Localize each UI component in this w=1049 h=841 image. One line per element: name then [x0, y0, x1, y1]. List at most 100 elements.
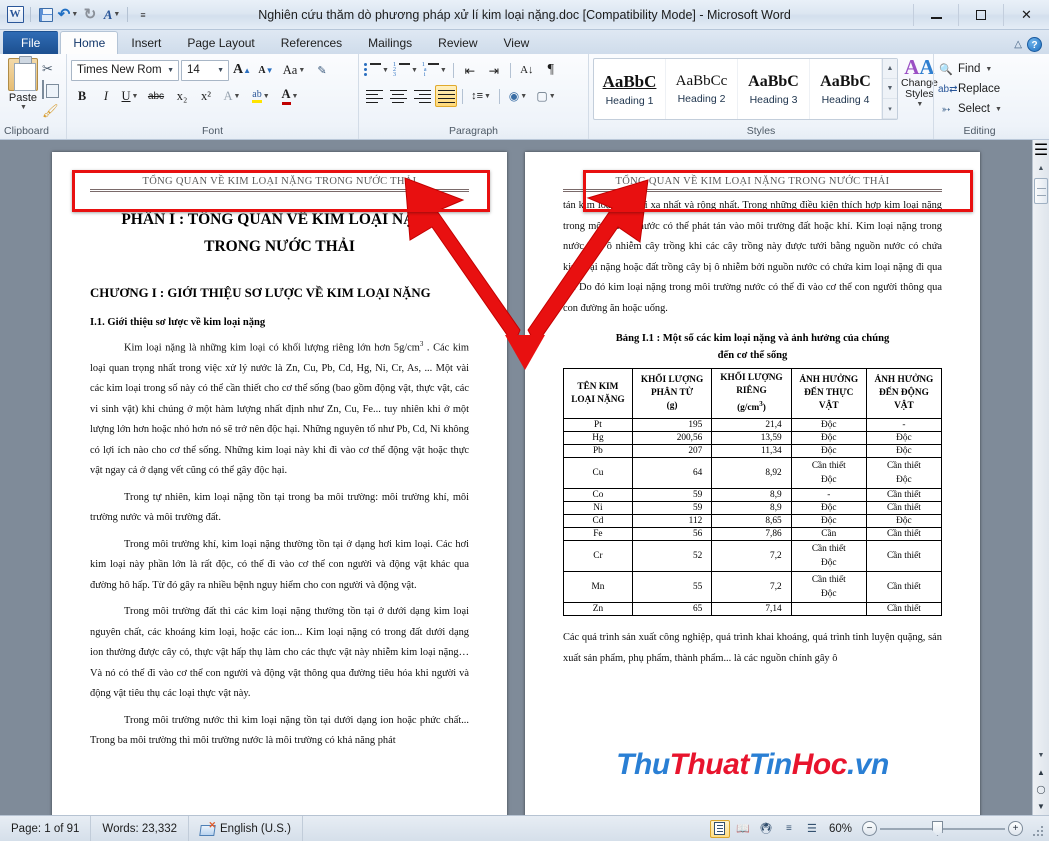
text-effects-button[interactable]: A ▼ — [219, 85, 245, 107]
zoom-out-button[interactable]: − — [862, 821, 877, 836]
save-button[interactable] — [36, 5, 56, 25]
select-browse-object-button[interactable]: ◯ — [1033, 781, 1049, 798]
word-count[interactable]: Words: 23,332 — [91, 816, 190, 841]
tab-review[interactable]: Review — [425, 31, 490, 54]
tab-view[interactable]: View — [491, 31, 543, 54]
full-screen-reading-view-button[interactable]: 📖 — [733, 820, 753, 838]
find-button[interactable]: 🔍 Find ▼ — [938, 59, 992, 79]
page-indicator[interactable]: Page: 1 of 91 — [0, 816, 92, 841]
change-case-button[interactable]: Aa ▼ — [279, 59, 309, 81]
highlight-caret[interactable]: ▼ — [263, 93, 270, 100]
scroll-up-button[interactable]: ▲ — [1033, 160, 1049, 177]
multilevel-caret[interactable]: ▼ — [440, 67, 447, 74]
change-styles-caret[interactable]: ▼ — [916, 101, 923, 108]
undo-dropdown-caret[interactable]: ▼ — [71, 11, 78, 18]
underline-button[interactable]: U ▼ — [119, 85, 141, 107]
font-size-input[interactable]: 14 ▼ — [181, 59, 229, 81]
styles-scroll-up-button[interactable]: ▲ — [883, 59, 897, 79]
numbering-button[interactable]: 123 ▼ — [392, 59, 419, 81]
text-effects-caret[interactable]: ▼ — [234, 93, 241, 100]
minimize-button[interactable] — [913, 3, 958, 26]
decrease-indent-button[interactable]: ⇤ — [459, 59, 481, 81]
draft-view-button[interactable]: ☰ — [802, 820, 822, 838]
subscript-button[interactable]: x₂ — [171, 85, 193, 107]
bullets-button[interactable]: ▼ — [363, 59, 390, 81]
maximize-button[interactable] — [958, 3, 1003, 26]
line-spacing-button[interactable]: ↕≡ ▼ — [468, 85, 494, 107]
paste-dropdown-caret[interactable]: ▼ — [5, 104, 42, 111]
align-right-button[interactable] — [411, 85, 433, 107]
paste-button[interactable]: Paste ▼ — [4, 56, 42, 111]
bullets-caret[interactable]: ▼ — [382, 67, 389, 74]
replace-button[interactable]: ab⇄ Replace — [938, 79, 1000, 99]
close-button[interactable]: ✕ — [1003, 3, 1049, 26]
format-painter-qat-button[interactable]: A ▼ — [102, 5, 122, 25]
undo-button[interactable]: ↶ ▼ — [58, 5, 79, 25]
language-indicator[interactable]: English (U.S.) — [189, 816, 303, 841]
document-page-right[interactable]: TỔNG QUAN VỀ KIM LOẠI NẶNG TRONG NƯỚC TH… — [525, 152, 980, 815]
styles-scroll-down-button[interactable]: ▼ — [883, 79, 897, 99]
italic-button[interactable]: I — [95, 85, 117, 107]
borders-button[interactable]: ▢ ▼ — [533, 85, 559, 107]
align-center-button[interactable] — [387, 85, 409, 107]
font-color-caret[interactable]: ▼ — [292, 93, 299, 100]
font-color-button[interactable]: A ▼ — [277, 85, 303, 107]
cut-button[interactable]: ✂ — [42, 60, 62, 78]
document-page-left[interactable]: TỔNG QUAN VỀ KIM LOẠI NẶNG TRONG NƯỚC TH… — [52, 152, 507, 815]
scroll-down-button[interactable]: ▼ — [1033, 747, 1049, 764]
shading-caret[interactable]: ▼ — [520, 93, 527, 100]
scrollbar-thumb[interactable] — [1034, 178, 1048, 204]
tab-home[interactable]: Home — [60, 31, 119, 54]
zoom-slider-thumb[interactable] — [932, 821, 943, 836]
customize-qat-button[interactable]: ≡ — [133, 5, 153, 25]
font-name-input[interactable]: Times New Rom ▼ — [71, 59, 179, 81]
select-caret[interactable]: ▼ — [995, 106, 1002, 113]
justify-button[interactable] — [435, 85, 457, 107]
web-layout-view-button[interactable]: 🖲 — [756, 820, 776, 838]
outline-view-button[interactable]: ≡ — [779, 820, 799, 838]
select-button[interactable]: ➳ Select ▼ — [938, 99, 1002, 119]
word-app-button[interactable]: W — [5, 5, 25, 25]
format-painter-button[interactable]: 🖌 — [42, 102, 62, 120]
zoom-slider[interactable] — [880, 821, 1005, 836]
show-formatting-marks-button[interactable]: ¶ — [540, 59, 562, 81]
format-dropdown-caret[interactable]: ▼ — [113, 11, 120, 18]
redo-button[interactable]: ↻ — [80, 5, 100, 25]
scrollbar-track[interactable] — [1033, 205, 1049, 747]
sort-button[interactable]: A↓ — [516, 59, 538, 81]
underline-caret[interactable]: ▼ — [132, 93, 139, 100]
multilevel-list-button[interactable]: 1ai ▼ — [421, 59, 448, 81]
tab-file[interactable]: File — [3, 31, 59, 54]
previous-page-button[interactable]: ▲ — [1033, 764, 1049, 781]
vertical-scrollbar[interactable]: ☰ ▲ ▼ ▲ ◯ ▼ — [1032, 140, 1049, 815]
style-heading-2[interactable]: AaBbCс Heading 2 — [666, 59, 738, 119]
strikethrough-button[interactable]: abc — [143, 85, 169, 107]
tab-mailings[interactable]: Mailings — [355, 31, 425, 54]
borders-caret[interactable]: ▼ — [549, 93, 556, 100]
font-size-caret[interactable]: ▼ — [215, 67, 226, 74]
clear-formatting-button[interactable]: ✎ — [311, 59, 333, 81]
collapse-ribbon-icon[interactable]: △ — [1014, 39, 1022, 50]
shading-button[interactable]: ◉ ▼ — [505, 85, 531, 107]
align-left-button[interactable] — [363, 85, 385, 107]
highlight-button[interactable]: ab ▼ — [247, 85, 275, 107]
style-heading-4[interactable]: AaBbC Heading 4 — [810, 59, 882, 119]
increase-indent-button[interactable]: ⇥ — [483, 59, 505, 81]
tab-insert[interactable]: Insert — [118, 31, 174, 54]
find-caret[interactable]: ▼ — [985, 66, 992, 73]
next-page-button[interactable]: ▼ — [1033, 798, 1049, 815]
shrink-font-button[interactable]: A ▼ — [255, 59, 277, 81]
styles-more-button[interactable]: ▾ — [883, 99, 897, 119]
resize-grip[interactable] — [1029, 822, 1043, 836]
font-name-caret[interactable]: ▼ — [165, 67, 176, 74]
split-window-button[interactable]: ☰ — [1033, 140, 1049, 160]
copy-button[interactable] — [42, 80, 62, 99]
style-heading-3[interactable]: AaBbC Heading 3 — [738, 59, 810, 119]
zoom-level[interactable]: 60% — [825, 823, 859, 835]
zoom-in-button[interactable]: + — [1008, 821, 1023, 836]
print-layout-view-button[interactable] — [709, 819, 730, 838]
tab-page-layout[interactable]: Page Layout — [174, 31, 267, 54]
superscript-button[interactable]: x² — [195, 85, 217, 107]
tab-references[interactable]: References — [268, 31, 355, 54]
help-icon[interactable]: ? — [1027, 37, 1042, 52]
